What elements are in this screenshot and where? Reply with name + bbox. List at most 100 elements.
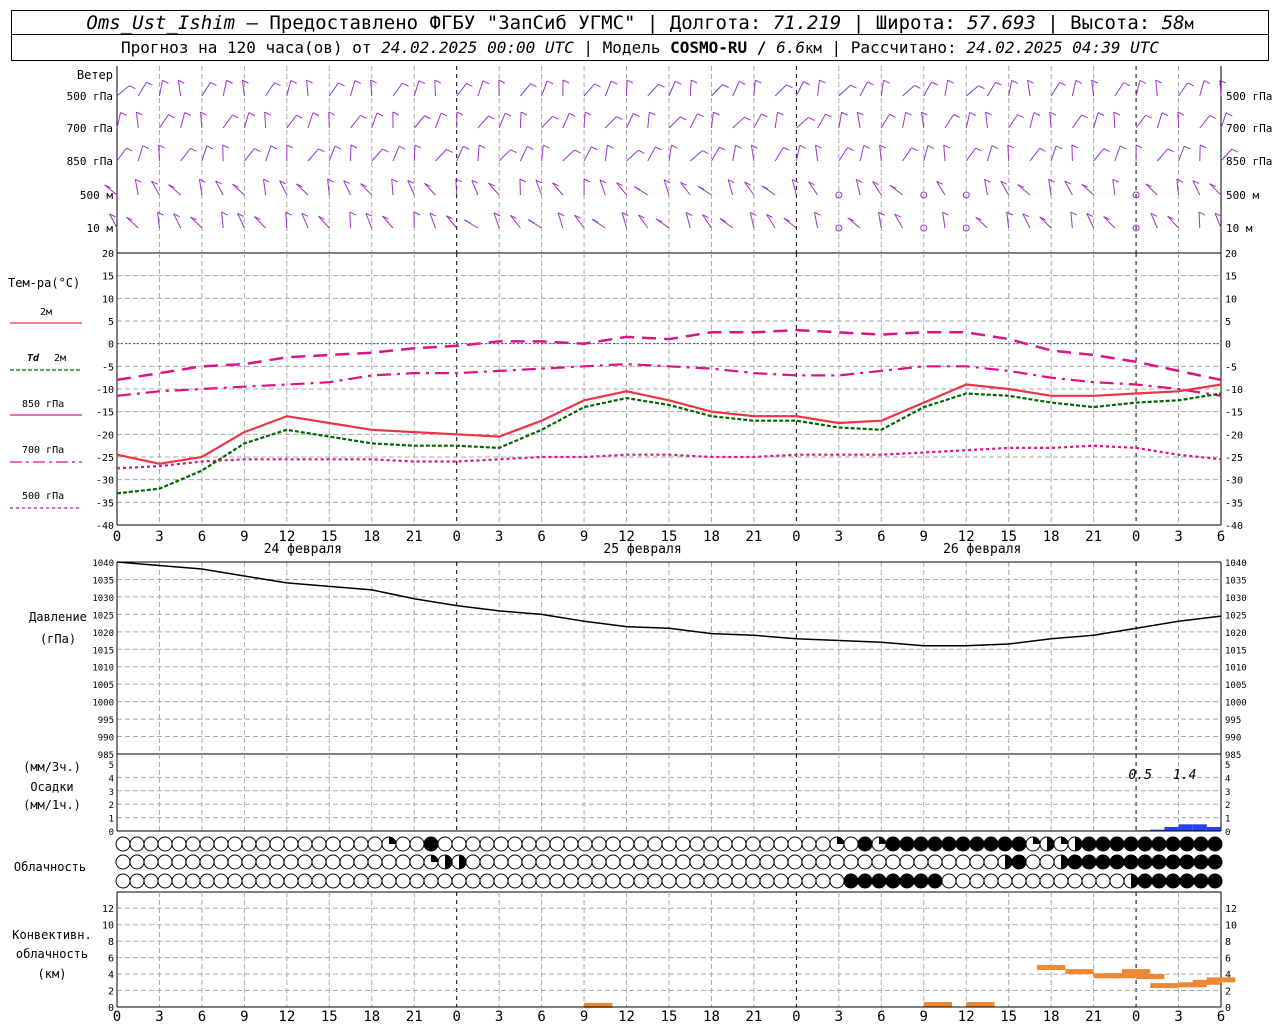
cloud-symbol	[661, 873, 677, 889]
wind-barb	[626, 79, 628, 97]
wind-barb-feather	[1139, 80, 1147, 84]
wind-barb	[350, 80, 356, 97]
pressure-y-tick-label-right: 985	[1225, 751, 1241, 761]
cloud-symbol-fill	[1180, 837, 1194, 851]
conv-x-tick-label: 21	[745, 1009, 762, 1024]
wind-barb	[328, 82, 339, 97]
cloud-symbol	[759, 873, 775, 889]
cloud-symbol	[619, 836, 635, 852]
pressure-y-tick-label-left: 990	[98, 734, 114, 744]
pressure-y-tick-label-right: 1040	[1225, 559, 1247, 569]
temp-y-tick-label-right: -40	[1225, 521, 1243, 532]
cloud-symbol	[955, 854, 971, 870]
wind-barb-feather	[633, 186, 641, 191]
wind-barb	[796, 117, 809, 129]
cloud-symbol	[731, 854, 747, 870]
wind-barb-feather	[274, 82, 281, 87]
wind-barb	[616, 182, 627, 196]
conv-cloud-bar	[1150, 983, 1179, 989]
cloud-symbol-fill	[928, 874, 942, 888]
wind-barb	[126, 216, 139, 229]
wind-barb	[1177, 111, 1180, 129]
precip-bar	[1206, 826, 1221, 831]
wind-barb-feather	[1055, 145, 1063, 150]
wind-barb	[135, 112, 139, 129]
conv-title-b: облачность	[16, 947, 88, 961]
conv-x-tick-label: 3	[835, 1009, 843, 1024]
cloud-symbol	[717, 836, 733, 852]
wind-barb	[541, 80, 548, 97]
wind-barb	[159, 114, 169, 129]
wind-barb	[604, 116, 617, 129]
cloud-symbol	[1053, 873, 1069, 889]
temp-x-tick-label: 21	[1085, 529, 1102, 545]
wind-barb	[456, 83, 467, 97]
wind-barb	[987, 81, 997, 97]
wind-barb-feather	[1059, 81, 1066, 86]
precip-y-tick-label-left: 5	[109, 761, 114, 771]
wind-barb-feather	[482, 80, 490, 85]
wind-barb	[286, 114, 297, 129]
cloud-symbol-fill	[886, 837, 900, 851]
wind-barb-feather	[1097, 112, 1105, 117]
conv-x-tick-label: 6	[537, 1009, 545, 1024]
wind-barb	[668, 116, 681, 129]
wind-barb-feather	[1081, 114, 1088, 119]
cloud-symbol	[927, 854, 943, 870]
cloud-symbol	[493, 836, 509, 852]
wind-barb-feather	[290, 80, 297, 84]
wind-barb	[1029, 148, 1041, 162]
wind-barb-feather	[1075, 79, 1083, 84]
wind-barb	[328, 111, 330, 129]
wind-level-label-right: 700 гПа	[1226, 122, 1272, 135]
conv-x-tick-label: 9	[240, 1009, 248, 1024]
temp-y-tick-label-right: -35	[1225, 498, 1243, 509]
cloud-symbol	[381, 854, 397, 870]
wind-barb	[243, 148, 255, 162]
wind-barb	[923, 145, 929, 162]
cloud-symbol-fill	[1096, 855, 1110, 869]
temp-y-tick-label-left: -15	[96, 408, 114, 419]
cloud-symbol-fill	[1110, 855, 1124, 869]
wind-barb	[201, 82, 211, 97]
conv-x-tick-label: 0	[1132, 1009, 1140, 1024]
wind-barb-feather	[1123, 82, 1130, 87]
cloud-symbol	[745, 836, 761, 852]
wind-barb-feather	[562, 79, 570, 84]
wind-level-label-left: 10 м	[87, 222, 114, 235]
precip-y-tick-label-left: 0	[109, 828, 114, 838]
wind-barb	[944, 114, 955, 129]
wind-barb-feather	[943, 144, 950, 149]
cloud-symbol	[409, 836, 425, 852]
cloud-symbol-fill	[858, 837, 872, 851]
wind-barb-feather	[850, 84, 857, 89]
precip-y-tick-label-left: 4	[109, 774, 114, 784]
cloud-symbol-fill	[914, 837, 928, 851]
cloud-symbol-fill	[1061, 837, 1068, 844]
wind-barb-feather	[498, 79, 506, 84]
cloud-symbol	[605, 836, 621, 852]
temp-y-tick-label-right: -5	[1225, 362, 1237, 373]
wind-barb	[307, 148, 319, 162]
cloud-symbol	[787, 873, 803, 889]
cloud-symbol	[843, 854, 859, 870]
wind-barb	[838, 147, 848, 162]
wind-barb-feather	[713, 111, 720, 116]
wind-barb	[222, 80, 228, 97]
wind-barb-feather	[658, 83, 665, 88]
wind-barb-feather	[126, 147, 133, 152]
wind-barb-feather	[242, 79, 249, 84]
cloud-symbol	[1025, 873, 1041, 889]
wind-barb	[1050, 82, 1061, 97]
wind-barb	[456, 146, 464, 162]
wind-barb-feather	[675, 80, 682, 85]
cloud-symbol	[759, 854, 775, 870]
cloud-symbol	[605, 873, 621, 889]
wind-barb-feather	[546, 80, 554, 85]
cloud-symbol-fill	[445, 855, 452, 869]
wind-barb	[685, 212, 691, 229]
cloud-symbol	[395, 873, 411, 889]
wind-barb-feather	[206, 145, 214, 150]
cloud-symbol	[465, 873, 481, 889]
wind-barb	[498, 112, 506, 129]
